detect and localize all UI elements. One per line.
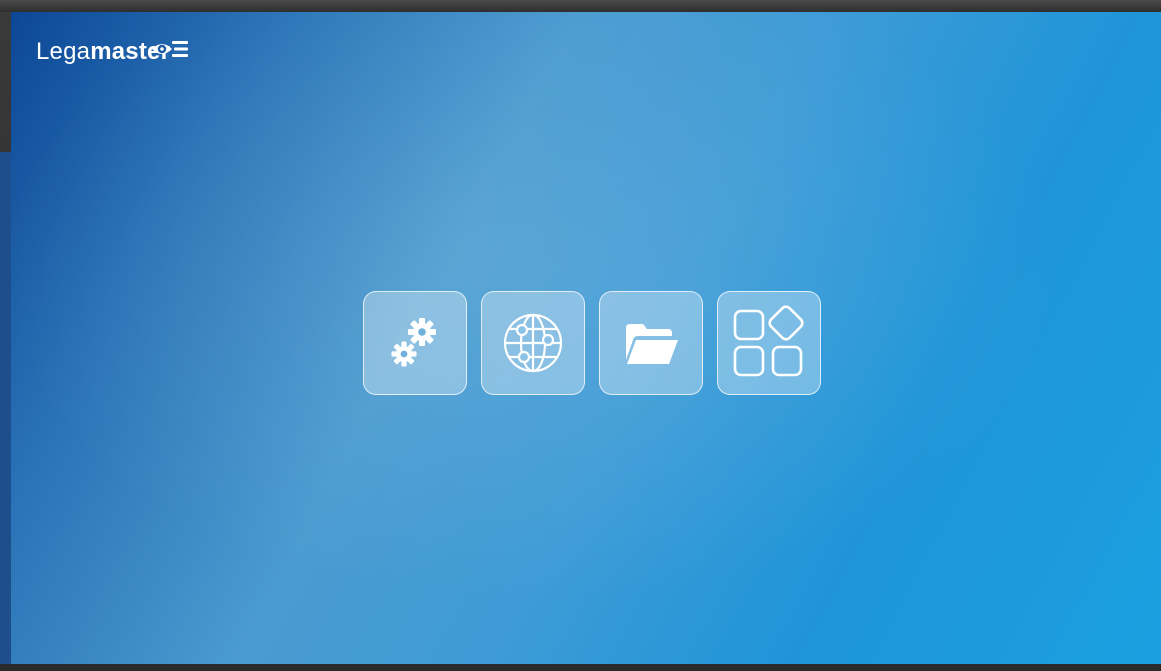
- apps-button[interactable]: [717, 291, 821, 395]
- gears-icon: [380, 308, 450, 378]
- globe-network-icon: [493, 303, 573, 383]
- display-left-strip: [0, 152, 11, 671]
- display-top-edge: [0, 0, 1161, 12]
- display-bottom-edge: [0, 664, 1161, 671]
- brand-name-light: Lega: [36, 38, 91, 65]
- files-button[interactable]: [599, 291, 703, 395]
- folder-open-icon: [616, 308, 686, 378]
- app-dock: [363, 291, 821, 395]
- apps-grid-icon: [727, 301, 811, 385]
- settings-button[interactable]: [363, 291, 467, 395]
- browser-button[interactable]: [481, 291, 585, 395]
- brand-eye-icon: [150, 38, 190, 65]
